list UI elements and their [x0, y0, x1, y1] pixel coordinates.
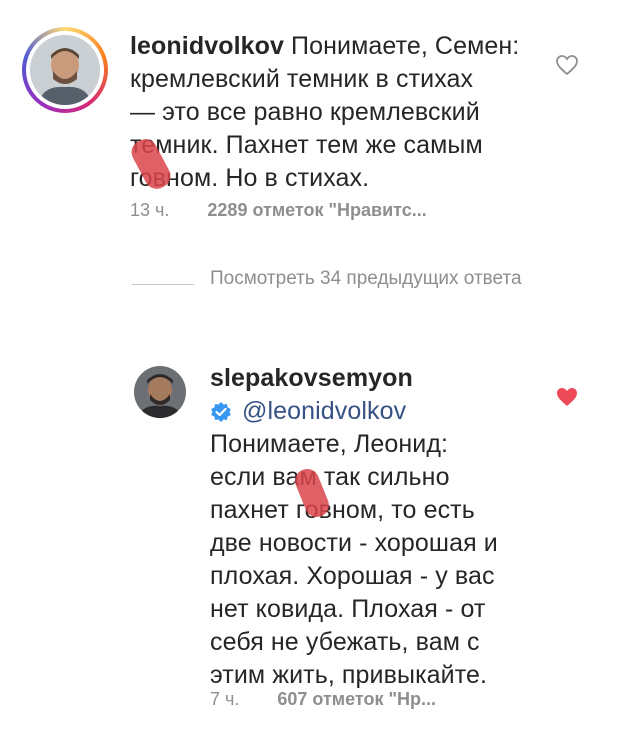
heart-filled-icon[interactable] — [555, 386, 579, 408]
heart-outline-icon[interactable] — [555, 54, 579, 76]
verified-badge-icon — [211, 401, 231, 422]
comment-time[interactable]: 13 ч. — [130, 200, 169, 221]
comment-meta: 13 ч. 2289 отметок "Нравитс... — [130, 200, 427, 221]
replies-divider — [132, 284, 194, 285]
avatar-leonidvolkov[interactable] — [30, 35, 100, 105]
view-replies-label[interactable]: Посмотреть 34 предыдущих ответа — [210, 266, 530, 291]
reply-time[interactable]: 7 ч. — [210, 689, 239, 710]
username-link[interactable]: leonidvolkov — [130, 32, 284, 60]
likes-count[interactable]: 2289 отметок "Нравитс... — [207, 200, 426, 221]
reply-text: slepakovsemyon @leonidvolkov Понимаете, … — [210, 362, 540, 692]
reply-meta: 7 ч. 607 отметок "Нр... — [210, 689, 436, 710]
likes-count[interactable]: 607 отметок "Нр... — [277, 689, 436, 710]
view-previous-replies[interactable]: Посмотреть 34 предыдущих ответа — [132, 266, 530, 291]
mention-link[interactable]: @leonidvolkov — [242, 395, 406, 428]
avatar-slepakovsemyon[interactable] — [134, 366, 186, 418]
comment-text: leonidvolkov Понимаете, Семен: кремлевск… — [130, 32, 520, 192]
reply-slepakovsemyon: slepakovsemyon @leonidvolkov Понимаете, … — [0, 350, 620, 730]
comment-leonidvolkov: leonidvolkov Понимаете, Семен: кремлевск… — [0, 0, 620, 240]
username-link[interactable]: slepakovsemyon — [210, 362, 540, 395]
